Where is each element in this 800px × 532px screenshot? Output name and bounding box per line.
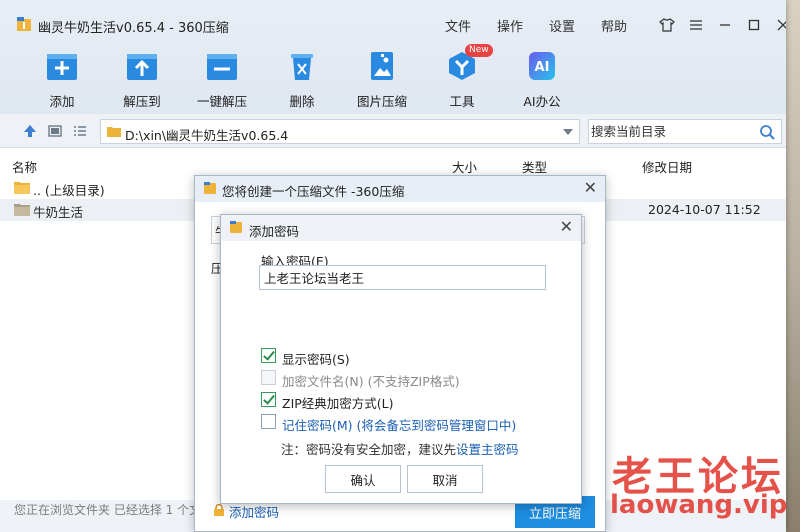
add-button[interactable]: 添加 [22, 46, 102, 110]
security-note: 注：密码没有安全加密，建议先设置主密码 [281, 442, 519, 457]
tools-icon: New [445, 44, 493, 82]
app-logo-icon [204, 182, 216, 194]
extract-to-icon [125, 50, 159, 82]
add-password-dialog: 添加密码 ✕ 输入密码(E) 显示密码(S) 加密文件名(N) (不支持ZIP格… [220, 214, 582, 504]
app-logo-icon [230, 221, 242, 233]
address-dropdown-icon[interactable] [563, 129, 573, 135]
address-row: D:\xin\幽灵牛奶生活v0.65.4 [0, 114, 786, 148]
delete-button[interactable]: 删除 [262, 46, 342, 110]
folder-icon [107, 127, 121, 137]
image-compress-button[interactable]: 图片压缩 [342, 46, 422, 110]
menu-settings[interactable]: 设置 [536, 16, 588, 35]
close-icon[interactable] [768, 14, 786, 36]
image-compress-icon [365, 50, 399, 82]
ai-office-button[interactable]: AI AI办公 [502, 46, 582, 110]
delete-icon [285, 50, 319, 82]
menu-bar: 文件 操作 设置 帮助 [432, 16, 640, 35]
menu-operations[interactable]: 操作 [484, 16, 536, 35]
set-master-password-link[interactable]: 设置主密码 [456, 442, 519, 457]
address-path: D:\xin\幽灵牛奶生活v0.65.4 [125, 128, 289, 143]
password-dialog-titlebar: 添加密码 ✕ [221, 215, 581, 241]
app-logo-icon [17, 17, 31, 31]
extract-to-button[interactable]: 解压到 [102, 46, 182, 110]
list-view-icon[interactable] [72, 123, 88, 139]
confirm-button[interactable]: 确认 [325, 465, 401, 493]
titlebar: 幽灵牛奶生活v0.65.4 - 360压缩 文件 操作 设置 帮助 [0, 0, 786, 36]
cancel-button[interactable]: 取消 [407, 465, 483, 493]
ai-glyph: AI [535, 60, 550, 75]
add-password-link[interactable]: 添加密码 [213, 502, 279, 521]
password-input[interactable] [259, 265, 546, 290]
status-text: 您正在浏览文件夹 已经选择 1 个文 [14, 503, 202, 517]
top-zone: 幽灵牛奶生活v0.65.4 - 360压缩 文件 操作 设置 帮助 添加 解压到… [0, 0, 786, 114]
column-name[interactable]: 名称 [12, 157, 37, 176]
ai-office-icon: AI [525, 50, 559, 82]
list-header: 名称 大小 类型 修改日期 [0, 152, 786, 176]
tools-button[interactable]: New 工具 [422, 44, 502, 110]
encrypt-filenames-checkbox [261, 370, 276, 385]
password-dialog-title: 添加密码 [249, 224, 300, 239]
search-input[interactable] [591, 122, 751, 141]
one-click-extract-button[interactable]: 一键解压 [182, 46, 262, 110]
window-title: 幽灵牛奶生活v0.65.4 - 360压缩 [38, 21, 229, 36]
remember-password-checkbox[interactable] [261, 414, 276, 429]
toolbar: 添加 解压到 一键解压 删除 图片压缩 New 工具 AI AI办公 [0, 44, 600, 110]
lock-icon [214, 504, 224, 516]
show-password-checkbox[interactable] [261, 348, 276, 363]
minimize-icon[interactable] [710, 14, 739, 36]
window-controls [652, 14, 786, 36]
menu-help[interactable]: 帮助 [588, 16, 640, 35]
column-type[interactable]: 类型 [522, 157, 547, 176]
close-icon[interactable]: ✕ [560, 217, 573, 236]
folder-icon [14, 182, 30, 194]
column-size[interactable]: 大小 [452, 157, 477, 176]
maximize-icon[interactable] [739, 14, 768, 36]
skin-icon[interactable] [652, 14, 681, 36]
menu-lines-icon[interactable] [681, 14, 710, 36]
search-box [588, 119, 782, 144]
one-click-extract-icon [205, 50, 239, 82]
up-arrow-icon[interactable] [22, 123, 38, 139]
create-dialog-titlebar: 您将创建一个压缩文件 -360压缩 ✕ [195, 176, 605, 202]
new-badge: New [465, 44, 493, 57]
zip-classic-checkbox[interactable] [261, 392, 276, 407]
create-dialog-title: 您将创建一个压缩文件 -360压缩 [222, 184, 405, 199]
menu-file[interactable]: 文件 [432, 16, 484, 35]
close-icon[interactable]: ✕ [584, 178, 597, 197]
add-icon [45, 50, 79, 82]
column-modified[interactable]: 修改日期 [642, 157, 692, 176]
search-icon[interactable] [759, 124, 775, 140]
folder-icon [14, 204, 30, 216]
watermark-url: laowang.vip [610, 490, 788, 520]
thumbnail-view-icon[interactable] [47, 123, 63, 139]
address-bar[interactable]: D:\xin\幽灵牛奶生活v0.65.4 [100, 119, 580, 144]
